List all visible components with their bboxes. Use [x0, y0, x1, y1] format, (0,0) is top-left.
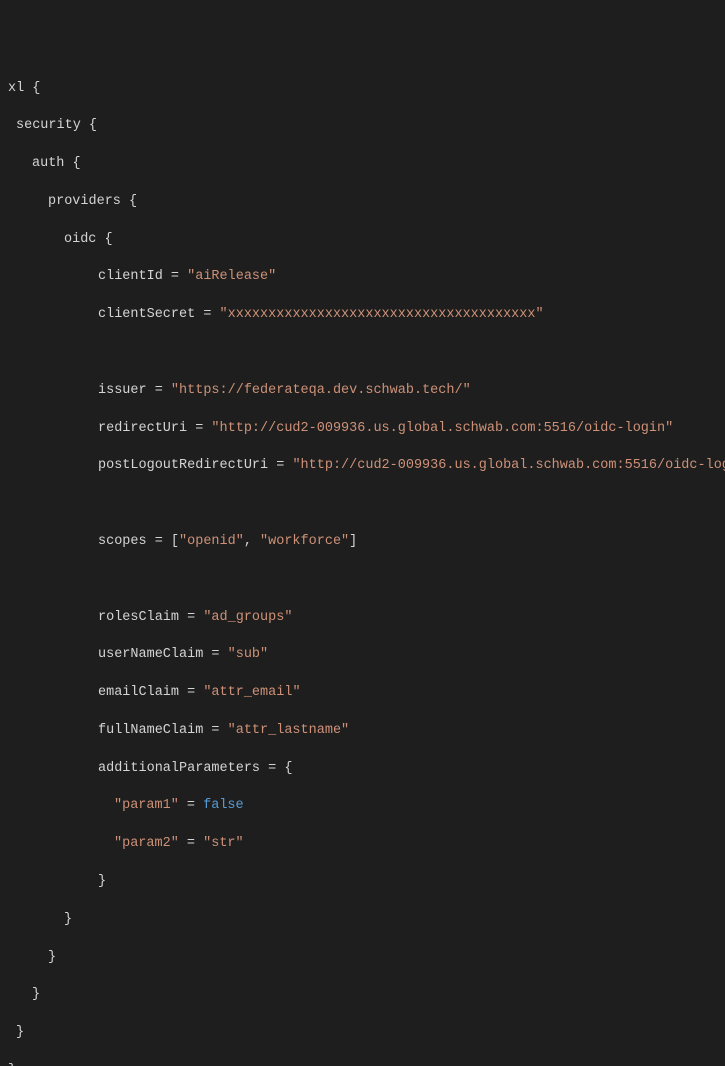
code-line: security { [8, 117, 717, 136]
config-value: "attr_lastname" [228, 723, 350, 738]
config-key: rolesClaim = [98, 610, 203, 625]
code-line: } [8, 949, 717, 968]
config-key: fullNameClaim = [98, 723, 228, 738]
code-line: auth { [8, 155, 717, 174]
code-line: userNameClaim = "sub" [8, 646, 717, 665]
config-key: scopes = [ [98, 534, 179, 549]
config-value: "openid" [179, 534, 244, 549]
code-line: clientId = "aiRelease" [8, 268, 717, 287]
code-line: emailClaim = "attr_email" [8, 684, 717, 703]
code-line: issuer = "https://federateqa.dev.schwab.… [8, 382, 717, 401]
code-line: oidc { [8, 231, 717, 250]
code-line: } [8, 873, 717, 892]
code-line: additionalParameters = { [8, 760, 717, 779]
config-value: "workforce" [260, 534, 349, 549]
code-line: xl { [8, 80, 717, 99]
param-key: "param1" [114, 798, 179, 813]
param-key: "param2" [114, 836, 179, 851]
code-line: postLogoutRedirectUri = "http://cud2-009… [8, 457, 717, 476]
blank-line [8, 495, 717, 514]
code-line: rolesClaim = "ad_groups" [8, 609, 717, 628]
config-key: clientId = [98, 269, 187, 284]
code-line: fullNameClaim = "attr_lastname" [8, 722, 717, 741]
code-line: clientSecret = "xxxxxxxxxxxxxxxxxxxxxxxx… [8, 306, 717, 325]
param-value: false [203, 798, 244, 813]
config-value: "aiRelease" [187, 269, 276, 284]
config-value: "sub" [228, 647, 269, 662]
separator: , [244, 534, 260, 549]
code-line: } [8, 911, 717, 930]
code-line: providers { [8, 193, 717, 212]
config-key: issuer = [98, 383, 171, 398]
equals: = [179, 798, 203, 813]
blank-line [8, 571, 717, 590]
equals: = [179, 836, 203, 851]
config-value: "ad_groups" [203, 610, 292, 625]
config-value: "xxxxxxxxxxxxxxxxxxxxxxxxxxxxxxxxxxxxxx" [220, 307, 544, 322]
config-value: "attr_email" [203, 685, 300, 700]
config-value: "https://federateqa.dev.schwab.tech/" [171, 383, 471, 398]
config-value: "http://cud2-009936.us.global.schwab.com… [292, 458, 725, 473]
config-value: "http://cud2-009936.us.global.schwab.com… [211, 421, 673, 436]
config-key: postLogoutRedirectUri = [98, 458, 292, 473]
config-key: emailClaim = [98, 685, 203, 700]
config-key: userNameClaim = [98, 647, 228, 662]
code-line: redirectUri = "http://cud2-009936.us.glo… [8, 420, 717, 439]
code-line: } [8, 1062, 717, 1066]
code-line: scopes = ["openid", "workforce"] [8, 533, 717, 552]
code-line: } [8, 1024, 717, 1043]
code-line: "param2" = "str" [8, 835, 717, 854]
config-key: clientSecret = [98, 307, 220, 322]
code-line: } [8, 986, 717, 1005]
config-key: redirectUri = [98, 421, 211, 436]
code-line: "param1" = false [8, 797, 717, 816]
blank-line [8, 344, 717, 363]
param-value: "str" [203, 836, 244, 851]
bracket-close: ] [349, 534, 357, 549]
